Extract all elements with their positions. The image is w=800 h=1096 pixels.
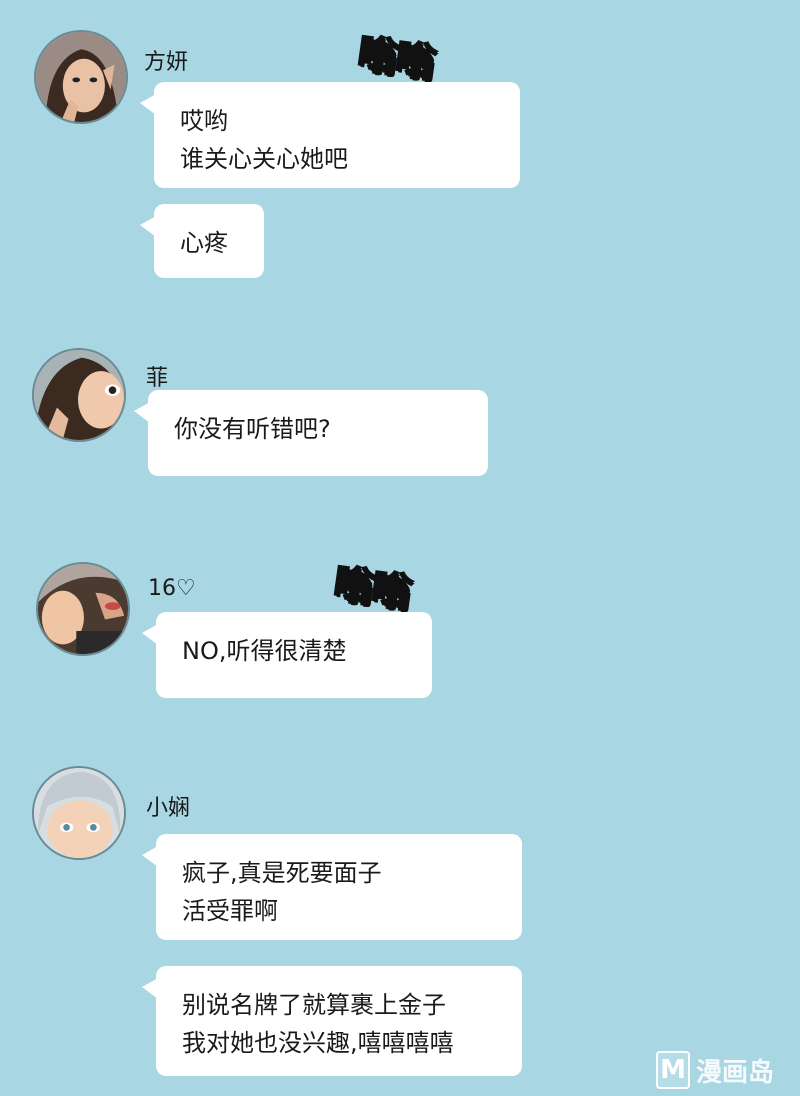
message-text: 活受罪啊 (182, 897, 278, 925)
watermark: M 漫画岛 (656, 1050, 774, 1090)
sender-name: 方妍 (144, 50, 189, 75)
message-bubble: 别说名牌了就算裹上金子 我对她也没兴趣,嘻嘻嘻嘻 (142, 966, 522, 1076)
message-bubble: 你没有听错吧? (134, 390, 488, 476)
message-text: 哎哟 (180, 107, 228, 135)
sound-effect: 嗡嗡 (354, 30, 438, 88)
message-text: 别说名牌了就算裹上金子 (182, 991, 446, 1019)
message-text: 疯子,真是死要面子 (182, 859, 382, 887)
message-text: 我对她也没兴趣,嘻嘻嘻嘻 (182, 1029, 454, 1057)
sender-name: 16♡ (148, 576, 196, 601)
message-text: 心疼 (180, 229, 228, 257)
sender-name: 小娴 (146, 796, 191, 821)
watermark-logo-icon: M (656, 1051, 690, 1089)
message-text: 你没有听错吧? (174, 415, 331, 443)
message-text: 谁关心关心她吧 (180, 145, 348, 173)
message-bubble: NO,听得很清楚 (142, 612, 432, 698)
message-bubble: 心疼 (140, 204, 264, 278)
avatar-fangyan[interactable] (34, 30, 128, 124)
watermark-text: 漫画岛 (696, 1057, 775, 1088)
message-bubble: 哎哟 谁关心关心她吧 (140, 82, 520, 188)
avatar-fei[interactable] (32, 348, 126, 442)
message-bubble: 疯子,真是死要面子 活受罪啊 (142, 834, 522, 940)
sound-effect: 嗡嗡 (330, 560, 414, 618)
avatar-xiaoxian[interactable] (32, 766, 126, 860)
sender-name: 菲 (146, 366, 169, 391)
avatar-16[interactable] (36, 562, 130, 656)
message-text: NO,听得很清楚 (182, 637, 347, 665)
